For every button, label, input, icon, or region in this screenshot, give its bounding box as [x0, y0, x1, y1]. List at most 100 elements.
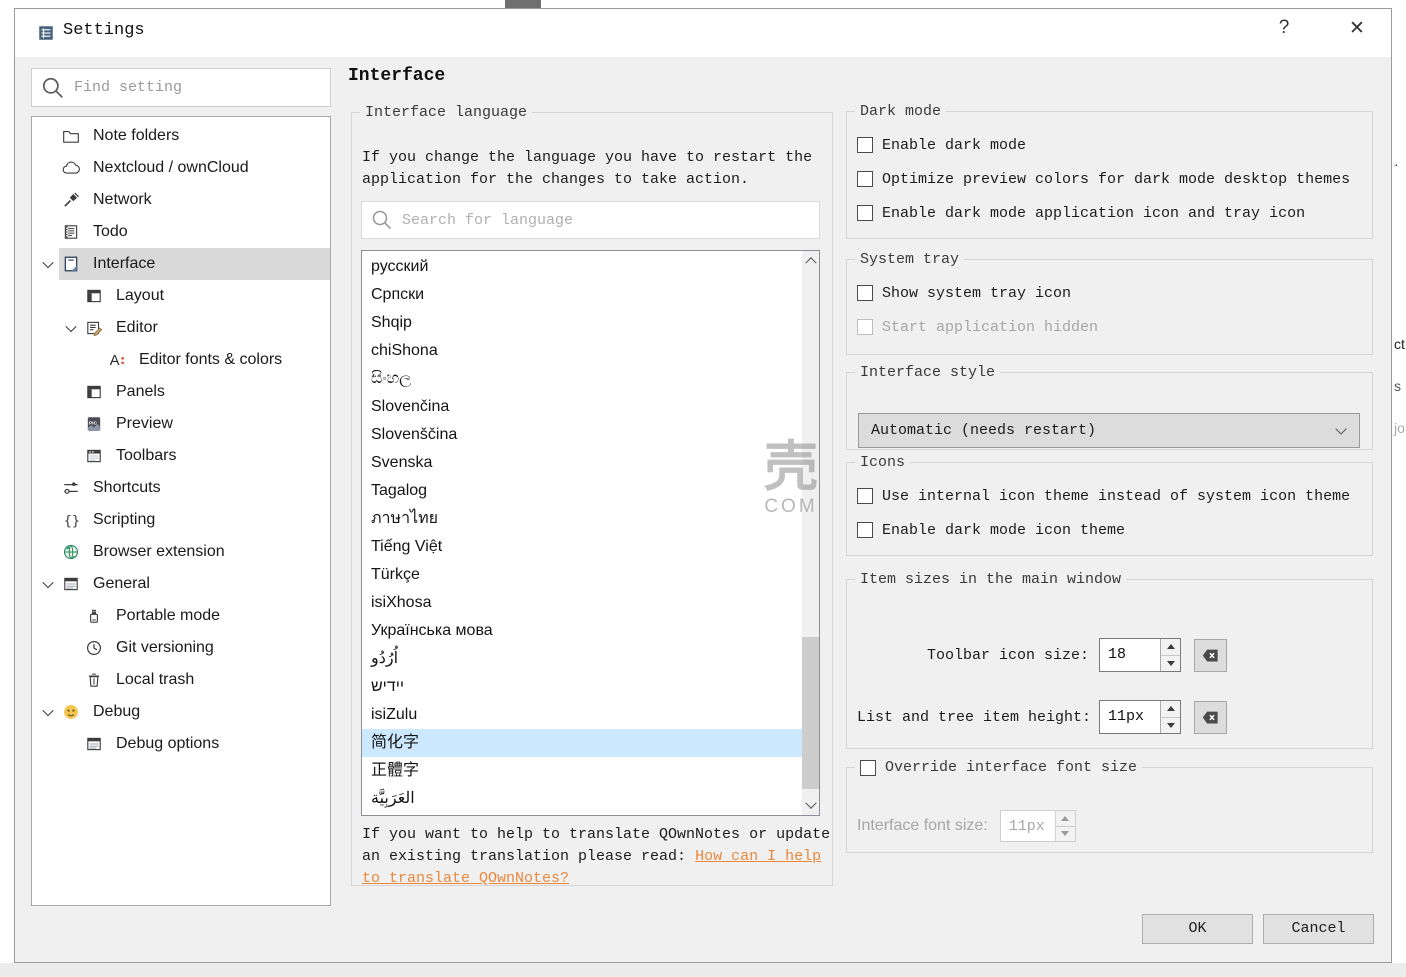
scroll-up-icon[interactable]	[802, 251, 819, 269]
checkbox-dark-mode-app-icon[interactable]: Enable dark mode application icon and tr…	[857, 196, 1372, 230]
language-item[interactable]: العَرَبِيَّة	[362, 785, 802, 813]
language-item[interactable]: ภาษาไทย	[362, 505, 802, 533]
spin-down-button[interactable]	[1161, 718, 1180, 734]
language-list: русскийСрпскиShqipchiShonaසිංහලSlovenčin…	[361, 250, 820, 816]
sidebar-item-interface[interactable]: Interface	[32, 248, 330, 280]
checkbox-override-interface-font-size[interactable]	[860, 760, 876, 776]
sidebar-item-git-versioning[interactable]: Git versioning	[32, 632, 330, 664]
clear-button[interactable]	[1194, 701, 1227, 734]
language-item[interactable]: සිංහල	[362, 365, 802, 393]
language-item[interactable]: اُرُدُو	[362, 645, 802, 673]
checkbox-enable-dark-mode[interactable]: Enable dark mode	[857, 128, 1372, 162]
spin-down-button[interactable]	[1161, 656, 1180, 672]
language-item[interactable]: Svenska	[362, 449, 802, 477]
expander-icon[interactable]	[60, 324, 82, 332]
sidebar-item-network[interactable]: Network	[32, 184, 330, 216]
interface-style-dropdown[interactable]: Automatic (needs restart)	[858, 413, 1360, 448]
list-tree-height-label: List and tree item height:	[857, 709, 1089, 726]
language-item[interactable]: Українська мова	[362, 617, 802, 645]
stepper-value[interactable]: 11px	[1100, 701, 1160, 733]
sidebar-item-content: Note folders	[59, 120, 330, 152]
sidebar-item-editor[interactable]: Editor	[32, 312, 330, 344]
group-legend: Interface style	[855, 364, 1000, 381]
sidebar-item-preview[interactable]: Preview	[32, 408, 330, 440]
language-item[interactable]: isiXhosa	[362, 589, 802, 617]
find-setting-input[interactable]	[74, 79, 322, 96]
language-item[interactable]: Türkçe	[362, 561, 802, 589]
sidebar-item-debug-options[interactable]: Debug options	[32, 728, 330, 760]
sidebar-item-label: Debug options	[116, 735, 219, 753]
checkbox[interactable]	[857, 285, 873, 301]
usb-icon	[85, 607, 103, 625]
sidebar-item-layout[interactable]: Layout	[32, 280, 330, 312]
language-item[interactable]: Tiếng Việt	[362, 533, 802, 561]
sidebar-item-editor-fonts-colors[interactable]: Editor fonts & colors	[32, 344, 330, 376]
language-item[interactable]: Tagalog	[362, 477, 802, 505]
braces-icon	[62, 511, 80, 529]
spin-up-button[interactable]	[1161, 701, 1180, 718]
sidebar-item-todo[interactable]: Todo	[32, 216, 330, 248]
checkbox[interactable]	[857, 205, 873, 221]
globe-icon	[62, 543, 80, 561]
language-item[interactable]: chiShona	[362, 337, 802, 365]
sidebar-item-portable-mode[interactable]: Portable mode	[32, 600, 330, 632]
expander-icon[interactable]	[37, 708, 59, 716]
language-item[interactable]: Slovenčina	[362, 393, 802, 421]
sidebar-item-panels[interactable]: Panels	[32, 376, 330, 408]
language-item[interactable]: Slovenščina	[362, 421, 802, 449]
sidebar-item-browser-extension[interactable]: Browser extension	[32, 536, 330, 568]
checkbox-use-internal-icon-theme[interactable]: Use internal icon theme instead of syste…	[857, 479, 1372, 513]
help-button[interactable]: ?	[1267, 17, 1301, 49]
expander-icon[interactable]	[37, 260, 59, 268]
sidebar-item-content: Preview	[82, 408, 330, 440]
expander-icon[interactable]	[37, 580, 59, 588]
ok-button[interactable]: OK	[1142, 914, 1253, 944]
checkbox-show-system-tray-icon[interactable]: Show system tray icon	[857, 276, 1372, 310]
sidebar-item-debug[interactable]: Debug	[32, 696, 330, 728]
system-tray-group: System tray Show system tray icon Start …	[846, 251, 1373, 355]
language-item[interactable]: isiZulu	[362, 701, 802, 729]
checkbox-label: Start application hidden	[882, 319, 1098, 336]
cancel-button[interactable]: Cancel	[1263, 914, 1374, 944]
language-search-input[interactable]	[402, 212, 811, 229]
language-item[interactable]: 正體字	[362, 757, 802, 785]
close-button[interactable]: ✕	[1337, 17, 1377, 49]
scroll-down-icon[interactable]	[802, 797, 819, 815]
language-item[interactable]: Српски	[362, 281, 802, 309]
interface-font-size-row: Interface font size: 11px	[857, 810, 1076, 842]
checkbox-optimize-preview-colors[interactable]: Optimize preview colors for dark mode de…	[857, 162, 1372, 196]
background-text-fragment: s	[1394, 378, 1401, 394]
sidebar-item-general[interactable]: General	[32, 568, 330, 600]
checkbox-enable-dark-mode-icon-theme[interactable]: Enable dark mode icon theme	[857, 513, 1372, 547]
clear-button[interactable]	[1194, 639, 1227, 672]
language-search[interactable]	[361, 201, 820, 239]
sidebar-item-nextcloud-owncloud[interactable]: Nextcloud / ownCloud	[32, 152, 330, 184]
toolbar-icon-size-stepper[interactable]: 18	[1099, 638, 1181, 672]
sidebar-item-note-folders[interactable]: Note folders	[32, 120, 330, 152]
find-setting-search[interactable]	[31, 68, 331, 107]
interface-font-size-label: Interface font size:	[857, 817, 988, 835]
language-item[interactable]: 简化字	[362, 729, 802, 757]
smiley-icon	[62, 703, 80, 721]
list-tree-height-stepper[interactable]: 11px	[1099, 700, 1181, 734]
checkbox[interactable]	[857, 137, 873, 153]
checkbox[interactable]	[857, 171, 873, 187]
spin-up-button[interactable]	[1161, 639, 1180, 656]
stepper-value[interactable]: 18	[1100, 639, 1160, 671]
sidebar-item-label: Todo	[93, 223, 128, 241]
scrollbar	[802, 251, 819, 815]
checkbox[interactable]	[857, 522, 873, 538]
scrollbar-thumb[interactable]	[802, 637, 819, 789]
language-item[interactable]: Shqip	[362, 309, 802, 337]
language-item[interactable]: русский	[362, 253, 802, 281]
sidebar-item-content: General	[59, 568, 330, 600]
language-item[interactable]: יידיש	[362, 673, 802, 701]
sidebar-item-scripting[interactable]: Scripting	[32, 504, 330, 536]
sidebar-item-toolbars[interactable]: Toolbars	[32, 440, 330, 472]
checkbox[interactable]	[857, 488, 873, 504]
sidebar-item-label: Scripting	[93, 511, 155, 529]
language-description: If you change the language you have to r…	[362, 147, 832, 191]
sidebar-item-shortcuts[interactable]: Shortcuts	[32, 472, 330, 504]
sidebar-item-local-trash[interactable]: Local trash	[32, 664, 330, 696]
interface-icon	[62, 255, 80, 273]
